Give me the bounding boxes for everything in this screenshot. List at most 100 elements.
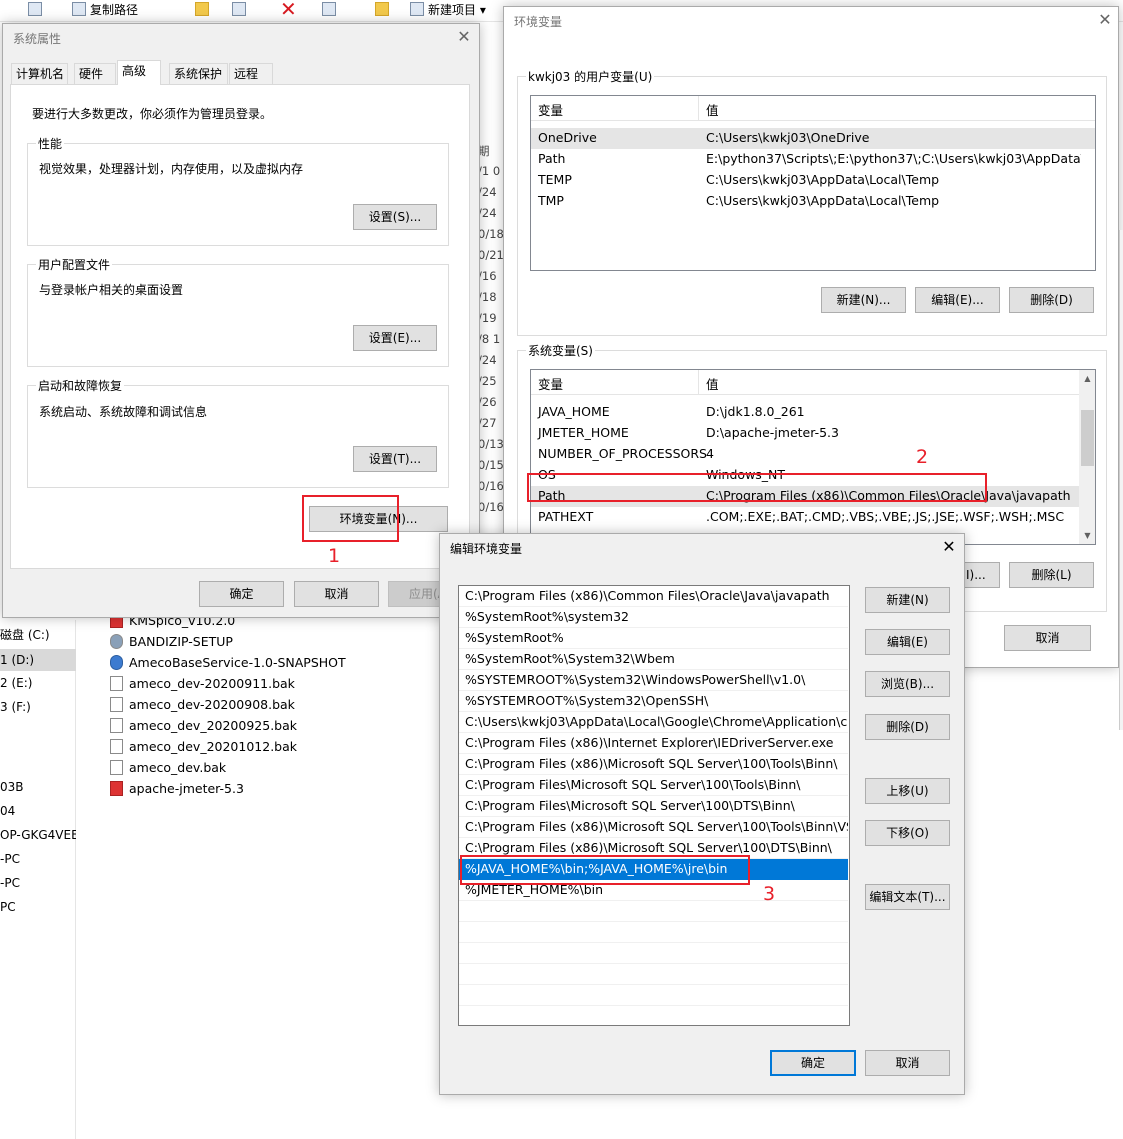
browse-button[interactable]: 浏览(B)... [865, 671, 950, 697]
path-entry-text: %SystemRoot%\System32\Wbem [465, 651, 675, 666]
copy-path-button[interactable]: 复制路径 [72, 1, 138, 19]
path-entry-text: C:\Program Files\Microsoft SQL Server\10… [465, 777, 801, 792]
drive-item[interactable]: -PC [0, 848, 76, 870]
system-vars-list[interactable]: 变量 值 JAVA_HOME D:\jdk1.8.0_261 JMETER_HOME… [530, 369, 1096, 545]
path-entry[interactable]: C:\Program Files\Microsoft SQL Server\10… [459, 796, 848, 817]
scroll-up-icon[interactable]: ▲ [1079, 370, 1095, 387]
file-icon [110, 676, 123, 691]
path-entry[interactable]: C:\Program Files (x86)\Microsoft SQL Ser… [459, 817, 848, 838]
ok-button[interactable]: 确定 [199, 581, 284, 607]
file-item[interactable]: AmecoBaseService-1.0-SNAPSHOT [110, 652, 346, 673]
delete-icon[interactable]: ✕ [280, 0, 304, 19]
edit-env-cancel-button[interactable]: 取消 [865, 1050, 950, 1076]
performance-settings-button[interactable]: 设置(S)... [353, 204, 437, 230]
new-folder-icon[interactable] [375, 1, 393, 19]
file-item[interactable]: ameco_dev_20200925.bak [110, 715, 297, 736]
scroll-thumb[interactable] [1081, 410, 1094, 466]
tab-4[interactable]: 远程 [229, 63, 273, 84]
system-vars-scrollbar[interactable]: ▲ ▼ [1079, 370, 1095, 544]
path-entry-text: %SYSTEMROOT%\System32\OpenSSH\ [465, 693, 709, 708]
user-var-row[interactable]: OneDrive C:\Users\kwkj03\OneDrive [531, 128, 1095, 149]
drive-item[interactable]: 03B [0, 776, 76, 798]
user-new-button[interactable]: 新建(N)... [821, 287, 906, 313]
path-entry[interactable]: C:\Program Files (x86)\Microsoft SQL Ser… [459, 754, 848, 775]
tab-2[interactable]: 高级 [117, 60, 161, 85]
system-var-row[interactable]: JMETER_HOME D:\apache-jmeter-5.3 [531, 423, 1079, 444]
edit-text-button[interactable]: 编辑文本(T)... [865, 884, 950, 910]
startup-settings-button[interactable]: 设置(T)... [353, 446, 437, 472]
user-edit-button[interactable]: 编辑(E)... [915, 287, 1000, 313]
new-entry-button[interactable]: 新建(N) [865, 587, 950, 613]
system-var-row[interactable]: NUMBER_OF_PROCESSORS 4 [531, 444, 1079, 465]
close-icon[interactable]: ✕ [1095, 10, 1115, 30]
user-vars-list[interactable]: 变量 值 OneDrive C:\Users\kwkj03\OneDrive Pat… [530, 95, 1096, 271]
path-entry[interactable]: %SystemRoot%\system32 [459, 607, 848, 628]
column-variable[interactable]: 变量 [538, 374, 563, 393]
var-value: 4 [706, 446, 714, 461]
edit-env-title: 编辑环境变量 [450, 542, 523, 556]
scroll-down-icon[interactable]: ▼ [1079, 527, 1095, 544]
drive-item[interactable]: 3 (F:) [0, 696, 76, 718]
tab-1[interactable]: 硬件 [74, 63, 116, 84]
drive-item[interactable]: 磁盘 (C:) [0, 624, 76, 646]
user-var-row[interactable]: TEMP C:\Users\kwkj03\AppData\Local\Temp [531, 170, 1095, 191]
path-entry[interactable]: C:\Program Files (x86)\Common Files\Orac… [459, 586, 848, 607]
drive-item[interactable]: 1 (D:) [0, 649, 76, 671]
paste-icon[interactable] [195, 1, 213, 19]
path-entry[interactable]: C:\Users\kwkj03\AppData\Local\Google\Chr… [459, 712, 848, 733]
path-entry-empty [459, 943, 848, 964]
rename-icon[interactable] [322, 1, 340, 19]
path-entry-text: C:\Program Files (x86)\Microsoft SQL Ser… [465, 840, 832, 855]
column-variable[interactable]: 变量 [538, 100, 563, 119]
file-name: AmecoBaseService-1.0-SNAPSHOT [129, 655, 346, 670]
file-name: ameco_dev-20200908.bak [129, 697, 295, 712]
path-entry[interactable]: C:\Program Files (x86)\Internet Explorer… [459, 733, 848, 754]
file-icon [110, 697, 123, 712]
user-profiles-settings-button[interactable]: 设置(E)... [353, 325, 437, 351]
move-up-button[interactable]: 上移(U) [865, 778, 950, 804]
startup-group: 启动和故障恢复 [27, 377, 449, 488]
performance-desc: 视觉效果，处理器计划，内存使用，以及虚拟内存 [39, 162, 304, 176]
tab-3[interactable]: 系统保护 [169, 63, 228, 84]
close-icon[interactable]: ✕ [454, 27, 474, 47]
path-entry[interactable]: C:\Program Files\Microsoft SQL Server\10… [459, 775, 848, 796]
column-value[interactable]: 值 [706, 100, 719, 119]
copy-to-icon[interactable] [232, 1, 250, 19]
column-value[interactable]: 值 [706, 374, 719, 393]
ribbon-icon[interactable] [28, 1, 46, 19]
user-var-row[interactable]: Path E:\python37\Scripts\;E:\python37\;C:… [531, 149, 1095, 170]
edit-env-ok-button[interactable]: 确定 [770, 1050, 856, 1076]
path-entry[interactable]: %SystemRoot% [459, 628, 848, 649]
system-var-row[interactable]: JAVA_HOME D:\jdk1.8.0_261 [531, 402, 1079, 423]
system-delete-button[interactable]: 删除(L) [1009, 562, 1094, 588]
new-item-button[interactable]: 新建项目 ▾ [410, 1, 486, 19]
path-entry[interactable]: %SYSTEMROOT%\System32\WindowsPowerShell\… [459, 670, 848, 691]
file-item[interactable]: ameco_dev-20200911.bak [110, 673, 295, 694]
drive-item[interactable]: PC [0, 896, 76, 918]
drive-item[interactable]: OP-GKG4VEE [0, 824, 76, 846]
path-entry[interactable]: %SystemRoot%\System32\Wbem [459, 649, 848, 670]
file-name: apache-jmeter-5.3 [129, 781, 244, 796]
file-item[interactable]: BANDIZIP-SETUP [110, 631, 233, 652]
move-down-button[interactable]: 下移(O) [865, 820, 950, 846]
path-entry-text: C:\Program Files (x86)\Internet Explorer… [465, 735, 834, 750]
file-item[interactable]: ameco_dev-20200908.bak [110, 694, 295, 715]
drive-item[interactable]: 04 [0, 800, 76, 822]
path-entry[interactable]: %SYSTEMROOT%\System32\OpenSSH\ [459, 691, 848, 712]
tab-0[interactable]: 计算机名 [11, 63, 68, 84]
path-entries-list[interactable]: C:\Program Files (x86)\Common Files\Orac… [458, 585, 850, 1026]
close-icon[interactable]: ✕ [939, 537, 959, 557]
copy-icon [72, 2, 86, 16]
file-item[interactable]: ameco_dev.bak [110, 757, 226, 778]
delete-entry-button[interactable]: 删除(D) [865, 714, 950, 740]
user-delete-button[interactable]: 删除(D) [1009, 287, 1094, 313]
file-item[interactable]: apache-jmeter-5.3 [110, 778, 244, 799]
user-var-row[interactable]: TMP C:\Users\kwkj03\AppData\Local\Temp [531, 191, 1095, 212]
system-var-row[interactable]: PATHEXT .COM;.EXE;.BAT;.CMD;.VBS;.VBE;.JS… [531, 507, 1079, 528]
drive-item[interactable]: -PC [0, 872, 76, 894]
cancel-button[interactable]: 取消 [294, 581, 379, 607]
env-cancel-button[interactable]: 取消 [1004, 625, 1091, 651]
drive-item[interactable]: 2 (E:) [0, 672, 76, 694]
file-item[interactable]: ameco_dev_20201012.bak [110, 736, 297, 757]
edit-entry-button[interactable]: 编辑(E) [865, 629, 950, 655]
